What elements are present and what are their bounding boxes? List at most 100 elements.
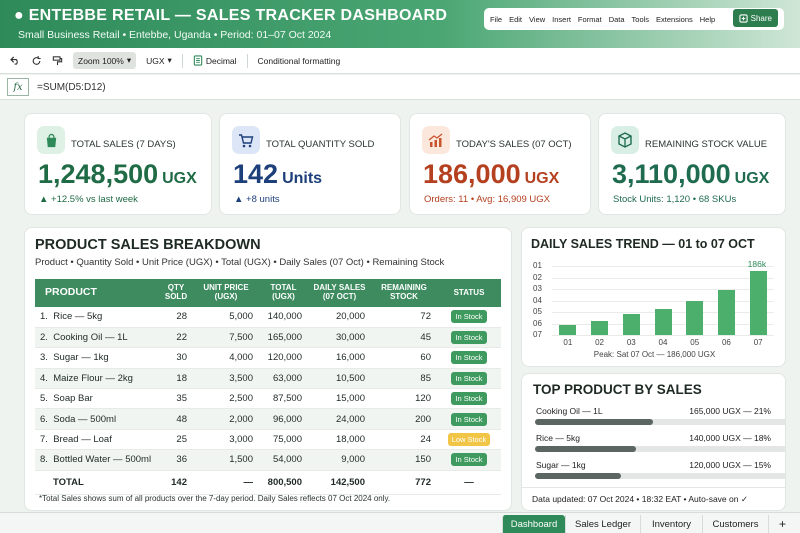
x-tick-label: 06 — [721, 338, 731, 347]
table-row[interactable]: 2. Cooking Oil — 1L 22 7,500 165,000 30,… — [35, 327, 501, 349]
col-total[interactable]: TOTAL (UGX) — [259, 279, 308, 307]
daily-cell: 10,500 — [308, 368, 371, 390]
total-stock: 772 — [371, 469, 437, 495]
tab-sales-ledger[interactable]: Sales Ledger — [565, 515, 640, 533]
top-product-bar-fill — [535, 419, 654, 425]
col-status[interactable]: STATUS — [437, 279, 501, 307]
table-row[interactable]: 3. Sugar — 1kg 30 4,000 120,000 16,000 6… — [35, 347, 501, 369]
status-badge: In Stock — [451, 351, 487, 365]
col-remaining-stock[interactable]: REMAINING STOCK — [371, 279, 437, 307]
price-cell: 3,500 — [193, 368, 259, 390]
chart-bar[interactable] — [717, 289, 735, 335]
col-unit-price[interactable]: UNIT PRICE (UGX) — [193, 279, 259, 307]
breakdown-title: PRODUCT SALES BREAKDOWN — [35, 237, 261, 253]
table-row[interactable]: 7. Bread — Loaf 25 3,000 75,000 18,000 2… — [35, 429, 501, 451]
sheet-tabs: Dashboard Sales Ledger Inventory Custome… — [0, 512, 800, 533]
table-row[interactable]: 4. Maize Flour — 2kg 18 3,500 63,000 10,… — [35, 368, 501, 390]
product-breakdown-panel: PRODUCT SALES BREAKDOWN Product • Quanti… — [24, 227, 512, 511]
qty-cell: 28 — [159, 307, 193, 328]
kpi-number: 186,000 — [423, 159, 521, 189]
kpi-unit: UGX — [524, 170, 560, 187]
formula-input[interactable]: =SUM(D5:D12) — [37, 82, 106, 93]
col-product[interactable]: PRODUCT — [35, 279, 159, 307]
product-name: 4. Maize Flour — 2kg — [35, 368, 159, 390]
chart-bar[interactable] — [622, 313, 640, 335]
tab-inventory[interactable]: Inventory — [640, 515, 702, 533]
kpi-label: TOTAL QUANTITY SOLD — [266, 139, 375, 150]
top-product-bar — [535, 419, 785, 425]
kpi-number: 3,110,000 — [612, 159, 731, 189]
qty-cell: 22 — [159, 327, 193, 349]
table-footnote: *Total Sales shows sum of all products o… — [39, 494, 391, 503]
share-button[interactable]: Share — [732, 9, 778, 27]
product-name: 8. Bottled Water — 500ml — [35, 449, 159, 471]
kpi-label: TOTAL SALES (7 DAYS) — [71, 139, 176, 150]
menu-tools[interactable]: Tools — [632, 15, 650, 24]
status-badge: In Stock — [451, 310, 487, 324]
kpi-unit: UGX — [162, 170, 197, 187]
status-cell: In Stock — [437, 307, 501, 328]
total-cell: 54,000 — [259, 449, 308, 471]
y-tick-label: 04 — [533, 295, 542, 305]
total-cell: 87,500 — [259, 388, 308, 410]
col-qty-sold[interactable]: QTY SOLD — [159, 279, 193, 307]
share-label: Share — [750, 13, 772, 23]
function-icon[interactable]: fx — [7, 78, 29, 96]
qty-cell: 30 — [159, 347, 193, 369]
y-tick-label: 01 — [533, 261, 542, 270]
chart-bar[interactable] — [654, 308, 672, 335]
menu-help[interactable]: Help — [700, 15, 715, 24]
menu-extensions[interactable]: Extensions — [656, 15, 693, 24]
daily-cell: 30,000 — [308, 327, 371, 349]
table-row[interactable]: 8. Bottled Water — 500ml 36 1,500 54,000… — [35, 449, 501, 471]
menu-file[interactable]: File — [490, 15, 502, 24]
status-badge: In Stock — [451, 453, 487, 467]
redo-icon[interactable] — [31, 55, 42, 66]
chart-bar[interactable] — [591, 321, 609, 335]
toolbar-divider — [246, 53, 248, 68]
daily-cell: 18,000 — [308, 429, 371, 451]
table-row[interactable]: 1. Rice — 5kg 28 5,000 140,000 20,000 72… — [35, 307, 501, 328]
zoom-select[interactable]: Zoom 100% ▾ — [73, 52, 137, 69]
tab-customers[interactable]: Customers — [702, 515, 768, 533]
undo-icon[interactable] — [10, 56, 21, 65]
menu-format[interactable]: Format — [578, 15, 602, 24]
status-cell: In Stock — [437, 388, 501, 410]
menu-edit[interactable]: Edit — [509, 15, 522, 24]
table-total-row: TOTAL 142 — 800,500 142,500 772 — — [35, 469, 501, 495]
status-cell: Low Stock — [437, 429, 501, 451]
status-cell: In Stock — [437, 449, 501, 471]
price-cell: 2,000 — [193, 408, 259, 430]
menu-data[interactable]: Data — [609, 15, 625, 24]
kpi-trend: ▲ +12.5% vs last week — [39, 194, 138, 205]
decimal-button[interactable]: Decimal — [193, 55, 237, 66]
dashboard-content: TOTAL SALES (7 DAYS) 1,248,500 UGX ▲ +12.… — [0, 101, 800, 512]
kpi-value: 3,110,000 UGX — [612, 159, 769, 190]
shopping-bag-icon — [37, 126, 65, 154]
chart-bar[interactable] — [559, 325, 577, 335]
kpi-unit: Units — [282, 170, 323, 187]
x-tick-label: 03 — [626, 338, 636, 347]
total-daily: 142,500 — [308, 469, 371, 495]
tab-dashboard[interactable]: Dashboard — [502, 515, 565, 533]
box-icon — [611, 126, 639, 154]
menu-view[interactable]: View — [529, 15, 545, 24]
currency-select[interactable]: UGX ▾ — [146, 55, 172, 66]
kpi-quantity-sold: TOTAL QUANTITY SOLD 142 Units ▲ +8 units — [219, 113, 401, 215]
chart-bar[interactable] — [686, 300, 704, 335]
daily-cell: 24,000 — [308, 408, 371, 430]
top-product-bar — [535, 446, 785, 452]
conditional-formatting-button[interactable]: Conditional formatting — [258, 56, 341, 66]
add-sheet-button[interactable]: + — [768, 515, 796, 533]
y-tick-label: 06 — [533, 318, 542, 328]
menu-insert[interactable]: Insert — [552, 15, 571, 24]
col-daily-sales[interactable]: DAILY SALES (07 OCT) — [308, 279, 371, 307]
paint-format-icon[interactable] — [52, 55, 63, 66]
total-cell: 140,000 — [259, 307, 308, 328]
table-row[interactable]: 6. Soda — 500ml 48 2,000 96,000 24,000 2… — [35, 408, 501, 430]
total-label: TOTAL — [35, 469, 159, 495]
daily-cell: 16,000 — [308, 347, 371, 369]
chart-bar[interactable] — [749, 270, 767, 335]
decimal-icon — [193, 55, 203, 66]
table-row[interactable]: 5. Soap Bar 35 2,500 87,500 15,000 120 I… — [35, 388, 501, 410]
